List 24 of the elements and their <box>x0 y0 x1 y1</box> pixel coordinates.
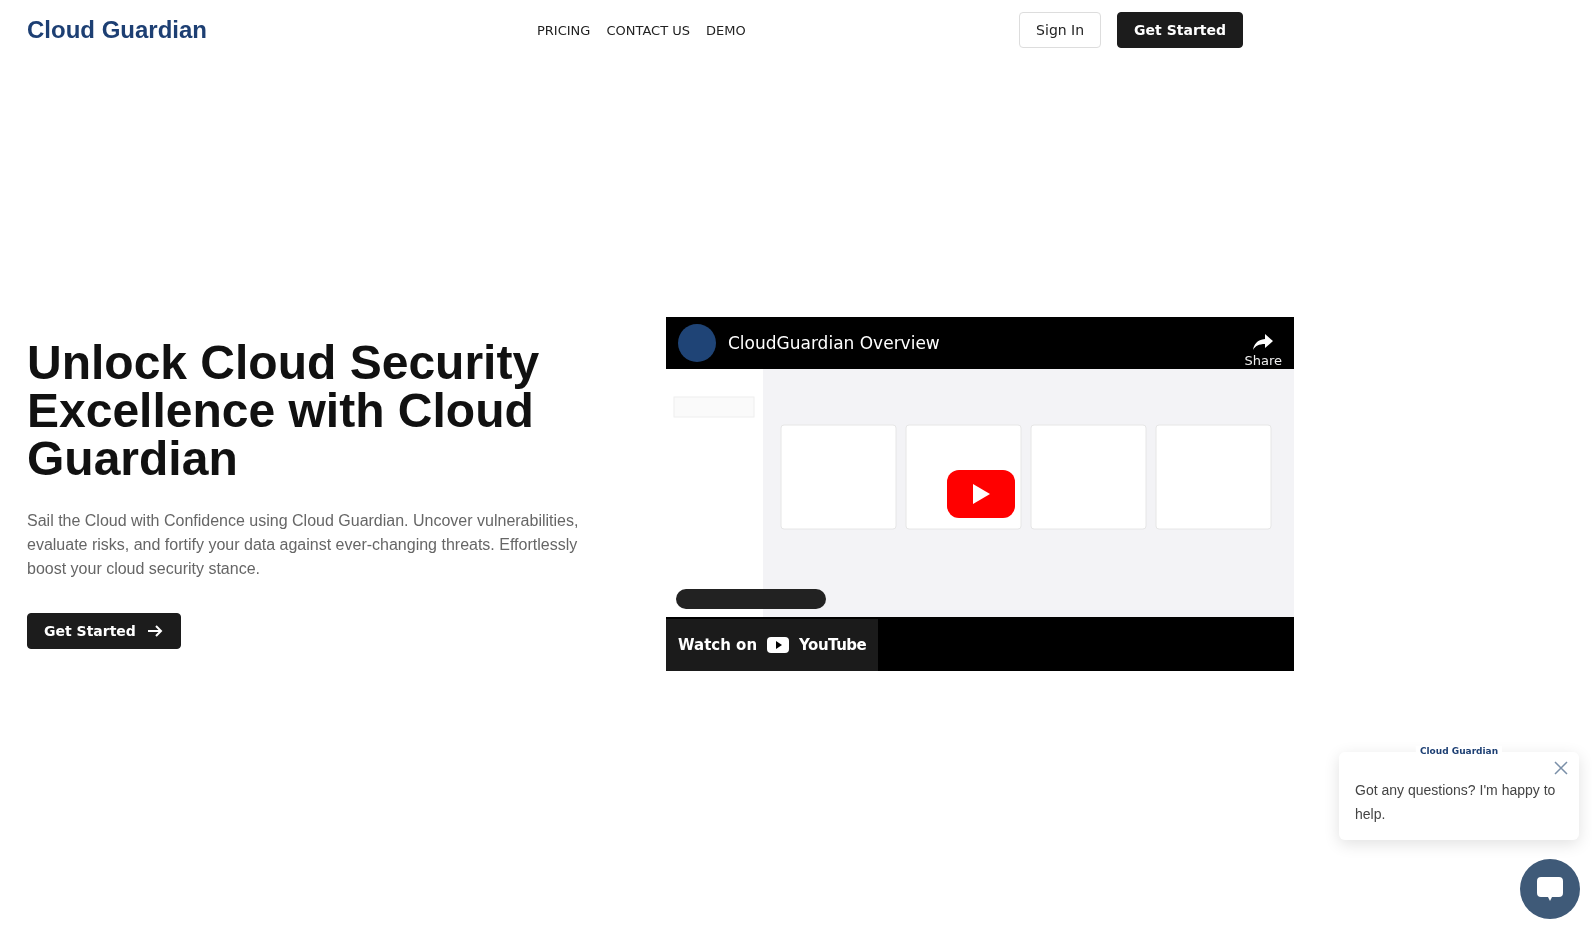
share-label[interactable]: Share <box>1244 352 1282 368</box>
video-title[interactable]: CloudGuardian Overview <box>728 333 1233 353</box>
hero-title: Unlock Cloud Security Excellence with Cloud Guardian <box>27 339 541 483</box>
chat-button[interactable] <box>1520 859 1580 919</box>
nav-link[interactable]: PRICING <box>537 22 591 38</box>
video-player[interactable]: CloudGuardian Overview Share Watch on YouTube <box>666 317 1294 671</box>
play-icon <box>971 483 991 505</box>
get-started-button[interactable]: Get Started <box>27 613 181 649</box>
get-started-button[interactable]: Get Started <box>1117 12 1243 48</box>
hero-description: Sail the Cloud with Confidence using Cloud Guardian. Uncover vulnerabilities, evaluate risks, and fortify your data against ever-changing threats. Effortlessly boost your cloud security stance. <box>27 511 580 579</box>
nav-link[interactable]: CONTACT US <box>606 22 690 38</box>
play-button[interactable] <box>947 470 1015 518</box>
chat-bubble-icon <box>1535 875 1565 903</box>
chat-message: Got any questions? I'm happy to help. <box>1355 781 1557 824</box>
sign-in-button[interactable]: Sign In <box>1019 12 1102 48</box>
chat-brand: Cloud Guardian <box>1415 746 1503 756</box>
play-logo-icon <box>767 637 790 653</box>
watch-on-youtube-button[interactable]: Watch on YouTube <box>666 619 879 671</box>
close-button[interactable] <box>1553 760 1569 776</box>
share-icon[interactable] <box>1252 332 1275 351</box>
close-icon <box>1553 760 1569 776</box>
logo[interactable]: Cloud Guardian <box>27 16 537 44</box>
channel-avatar[interactable] <box>678 324 716 362</box>
nav-link[interactable]: DEMO <box>706 22 746 38</box>
